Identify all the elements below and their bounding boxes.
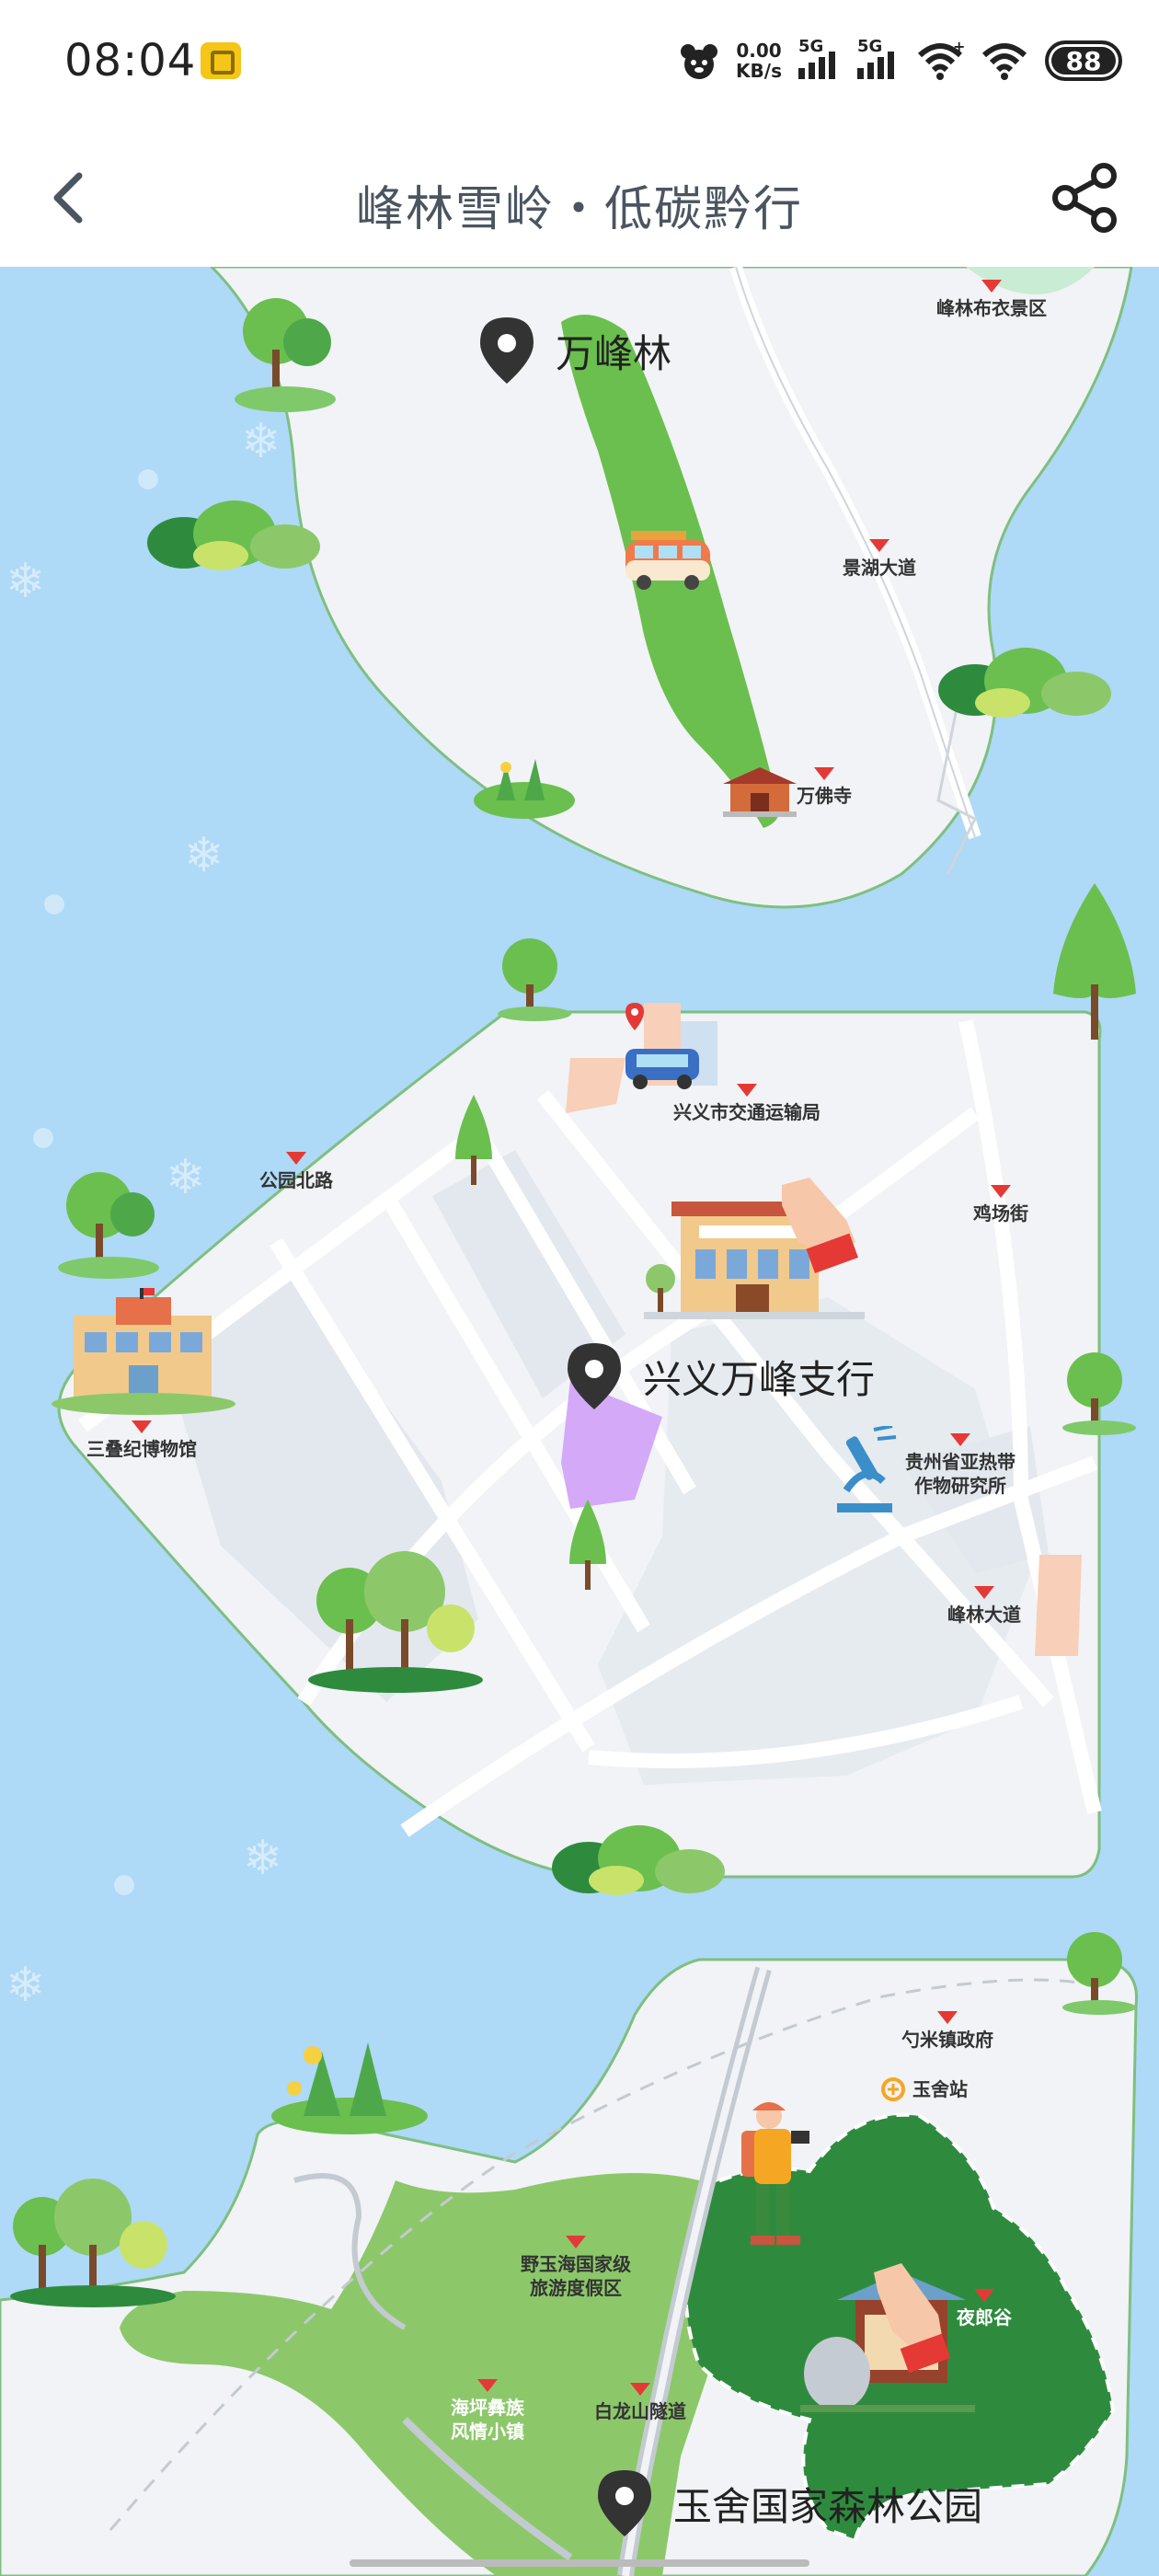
- grass-icon: [474, 759, 575, 819]
- wifi-icon: [981, 43, 1027, 80]
- snowflake-icon: ❄: [241, 414, 281, 469]
- temple-icon: [723, 767, 797, 817]
- poi-shaomi-town-gov[interactable]: 勺米镇政府: [901, 2011, 993, 2052]
- bush-cluster-icon: [147, 500, 320, 570]
- museum-building-icon: [52, 1288, 235, 1415]
- map-pin-icon: [568, 1343, 621, 1409]
- poi-crop-research-institute[interactable]: 贵州省亚热带 作物研究所: [905, 1433, 1016, 1498]
- pin-label: 兴义万峰支行: [643, 1356, 876, 1402]
- pine-tree-icon: [1053, 883, 1136, 1040]
- snow-dot: [114, 1875, 134, 1895]
- snow-dot: [138, 469, 158, 489]
- tree-cluster-icon: [235, 298, 336, 412]
- pin-label: 万峰林: [556, 330, 672, 376]
- tour-map[interactable]: ❄ ❄ ❄ ❄ ❄ ❄ 万峰林 兴义万峰支行 玉舍国家森林公园 峰林布衣景区 景…: [0, 267, 1159, 2576]
- microscope-icon: [837, 1426, 897, 1512]
- snow-dot: [44, 894, 64, 914]
- tree-cluster-icon: [58, 1172, 159, 1279]
- poi-yelang-valley[interactable]: 夜郎谷: [957, 2289, 1012, 2329]
- network-speed: 0.00 KB/s: [736, 40, 782, 81]
- tree-icon: [1062, 1352, 1136, 1435]
- pine-tree-icon: [455, 1095, 492, 1185]
- signal-2-icon: 5G: [857, 37, 900, 79]
- network-speed-value: 0.00: [736, 40, 782, 62]
- hiker-icon: [741, 2102, 809, 2245]
- poi-triassic-museum[interactable]: 三叠纪博物馆: [86, 1420, 197, 1461]
- location-pin-wanfenglin[interactable]: 万峰林: [478, 317, 671, 384]
- signal-2-label: 5G: [857, 37, 883, 56]
- poi-gongyuan-north-road[interactable]: 公园北路: [259, 1152, 333, 1192]
- tree-icon: [498, 938, 571, 1021]
- poi-wanfo-temple[interactable]: 万佛寺: [797, 767, 852, 808]
- tree-icon: [1062, 1932, 1136, 2015]
- snow-dot: [33, 1128, 53, 1148]
- status-bar: 08:04 0.00 KB/s 5G 5G + 88: [0, 0, 1159, 124]
- status-indicators: 0.00 KB/s 5G 5G + 88: [679, 33, 1122, 88]
- tree-cluster-icon: [308, 1551, 483, 1693]
- poi-haiping-town[interactable]: 海坪彝族 风情小镇: [451, 2379, 524, 2444]
- snowflake-icon: ❄: [6, 1958, 46, 2013]
- snowflake-icon: ❄: [166, 1150, 206, 1205]
- poi-bailongshan-tunnel[interactable]: 白龙山隧道: [594, 2383, 686, 2423]
- pine-tree-icon: [569, 1500, 606, 1590]
- poi-yushe-station[interactable]: 玉舍站: [879, 2076, 968, 2103]
- notification-app-icon: [201, 42, 241, 79]
- poi-transport-bureau[interactable]: 兴义市交通运输局: [673, 1084, 820, 1124]
- poi-label: 玉舍站: [912, 2078, 968, 2100]
- map-pin-icon: [598, 2470, 651, 2536]
- poi-jinghu-avenue[interactable]: 景湖大道: [843, 539, 916, 580]
- home-indicator[interactable]: [350, 2559, 809, 2567]
- bank-building-icon: [644, 1178, 865, 1319]
- signal-1-icon: 5G: [798, 37, 841, 79]
- camper-van-icon: [625, 531, 710, 590]
- pavilion-icon: [800, 2263, 975, 2412]
- location-pin-bank[interactable]: 兴义万峰支行: [566, 1343, 875, 1409]
- poi-yeyuhai-resort[interactable]: 野玉海国家级 旅游度假区: [521, 2236, 631, 2300]
- poi-fenglin-avenue[interactable]: 峰林大道: [947, 1586, 1021, 1627]
- station-icon: [881, 2077, 905, 2101]
- battery-indicator: 88: [1045, 40, 1122, 81]
- bush-cluster-icon: [938, 648, 1111, 718]
- snowflake-icon: ❄: [6, 554, 46, 609]
- network-speed-unit: KB/s: [736, 60, 782, 82]
- bush-cluster-icon: [552, 1825, 725, 1895]
- snowflake-icon: ❄: [243, 1831, 283, 1886]
- grass-flower-icon: [271, 2042, 428, 2134]
- poi-fenglin-buyi[interactable]: 峰林布衣景区: [936, 280, 1047, 320]
- status-time: 08:04: [64, 35, 197, 86]
- location-pin-forest-park[interactable]: 玉舍国家森林公园: [596, 2470, 982, 2536]
- svg-text:+: +: [953, 40, 964, 55]
- wifi-plus-icon: +: [917, 40, 964, 80]
- page-title: 峰林雪岭・低碳黔行: [355, 182, 803, 237]
- map-pin-icon: [480, 317, 534, 384]
- tree-cluster-icon: [10, 2179, 176, 2307]
- share-icon[interactable]: [1049, 161, 1122, 235]
- snowflake-icon: ❄: [184, 828, 224, 883]
- app-header: 峰林雪岭・低碳黔行: [0, 124, 1159, 267]
- poi-jichang-street[interactable]: 鸡场街: [973, 1185, 1028, 1225]
- pin-label: 玉舍国家森林公园: [673, 2483, 983, 2529]
- signal-1-label: 5G: [798, 37, 824, 56]
- bear-app-icon: [681, 44, 718, 79]
